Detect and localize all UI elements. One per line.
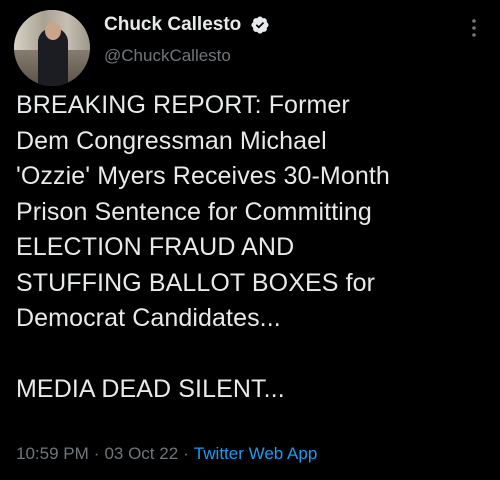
- verified-badge-icon: [250, 15, 270, 35]
- author-info[interactable]: Chuck Callesto @ChuckCallesto: [104, 14, 270, 66]
- tweet-header: Chuck Callesto @ChuckCallesto: [14, 10, 486, 86]
- tweet-date[interactable]: 03 Oct 22: [104, 444, 178, 463]
- tweet-meta: 10:59 PM · 03 Oct 22 · Twitter Web App: [16, 444, 317, 464]
- tweet: Chuck Callesto @ChuckCallesto BREAKING R…: [0, 0, 500, 480]
- author-handle[interactable]: @ChuckCallesto: [104, 46, 270, 66]
- tweet-time[interactable]: 10:59 PM: [16, 444, 89, 463]
- source-app-link[interactable]: Twitter Web App: [194, 444, 317, 463]
- display-name[interactable]: Chuck Callesto: [104, 14, 241, 36]
- avatar[interactable]: [14, 10, 90, 86]
- avatar-face: [45, 22, 61, 40]
- meta-separator: ·: [93, 444, 100, 463]
- tweet-text: BREAKING REPORT: Former Dem Congressman …: [16, 91, 390, 403]
- meta-separator-2: ·: [183, 444, 189, 463]
- more-vertical-icon[interactable]: [466, 16, 482, 40]
